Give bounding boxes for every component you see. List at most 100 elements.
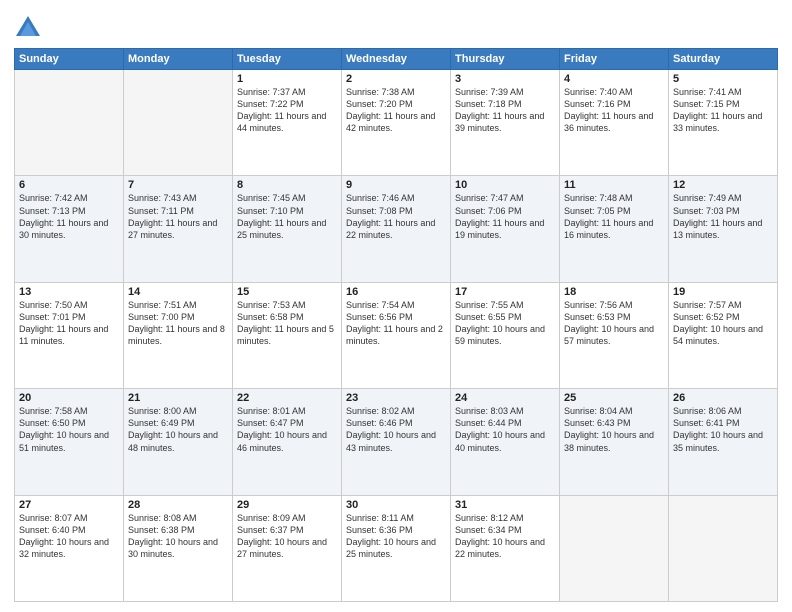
day-number: 20: [19, 392, 119, 404]
day-info: Sunrise: 8:00 AMSunset: 6:49 PMDaylight:…: [128, 405, 228, 454]
day-info: Sunrise: 7:50 AMSunset: 7:01 PMDaylight:…: [19, 299, 119, 348]
day-info: Sunrise: 7:57 AMSunset: 6:52 PMDaylight:…: [673, 299, 773, 348]
calendar-header-thursday: Thursday: [451, 49, 560, 70]
day-number: 12: [673, 179, 773, 191]
day-number: 14: [128, 286, 228, 298]
day-number: 27: [19, 499, 119, 511]
calendar-week-1: 1Sunrise: 7:37 AMSunset: 7:22 PMDaylight…: [15, 70, 778, 176]
calendar-header-row: SundayMondayTuesdayWednesdayThursdayFrid…: [15, 49, 778, 70]
day-number: 28: [128, 499, 228, 511]
calendar-cell: 13Sunrise: 7:50 AMSunset: 7:01 PMDayligh…: [15, 282, 124, 388]
calendar-table: SundayMondayTuesdayWednesdayThursdayFrid…: [14, 48, 778, 602]
day-number: 7: [128, 179, 228, 191]
day-number: 3: [455, 73, 555, 85]
day-number: 26: [673, 392, 773, 404]
day-number: 18: [564, 286, 664, 298]
day-number: 19: [673, 286, 773, 298]
day-info: Sunrise: 8:08 AMSunset: 6:38 PMDaylight:…: [128, 512, 228, 561]
calendar-cell: 6Sunrise: 7:42 AMSunset: 7:13 PMDaylight…: [15, 176, 124, 282]
calendar-cell: 3Sunrise: 7:39 AMSunset: 7:18 PMDaylight…: [451, 70, 560, 176]
calendar-cell: 28Sunrise: 8:08 AMSunset: 6:38 PMDayligh…: [124, 495, 233, 601]
day-info: Sunrise: 7:47 AMSunset: 7:06 PMDaylight:…: [455, 192, 555, 241]
calendar-cell: 1Sunrise: 7:37 AMSunset: 7:22 PMDaylight…: [233, 70, 342, 176]
day-number: 29: [237, 499, 337, 511]
logo-icon: [14, 14, 42, 42]
day-number: 11: [564, 179, 664, 191]
calendar-cell: 31Sunrise: 8:12 AMSunset: 6:34 PMDayligh…: [451, 495, 560, 601]
day-info: Sunrise: 8:01 AMSunset: 6:47 PMDaylight:…: [237, 405, 337, 454]
day-number: 31: [455, 499, 555, 511]
calendar-cell: 25Sunrise: 8:04 AMSunset: 6:43 PMDayligh…: [560, 389, 669, 495]
day-info: Sunrise: 8:11 AMSunset: 6:36 PMDaylight:…: [346, 512, 446, 561]
day-number: 16: [346, 286, 446, 298]
calendar-header-sunday: Sunday: [15, 49, 124, 70]
calendar-cell: 4Sunrise: 7:40 AMSunset: 7:16 PMDaylight…: [560, 70, 669, 176]
calendar-cell: 21Sunrise: 8:00 AMSunset: 6:49 PMDayligh…: [124, 389, 233, 495]
calendar-cell: 10Sunrise: 7:47 AMSunset: 7:06 PMDayligh…: [451, 176, 560, 282]
day-info: Sunrise: 8:07 AMSunset: 6:40 PMDaylight:…: [19, 512, 119, 561]
day-info: Sunrise: 7:54 AMSunset: 6:56 PMDaylight:…: [346, 299, 446, 348]
day-info: Sunrise: 7:37 AMSunset: 7:22 PMDaylight:…: [237, 86, 337, 135]
calendar-week-5: 27Sunrise: 8:07 AMSunset: 6:40 PMDayligh…: [15, 495, 778, 601]
day-number: 13: [19, 286, 119, 298]
calendar-cell: 15Sunrise: 7:53 AMSunset: 6:58 PMDayligh…: [233, 282, 342, 388]
day-info: Sunrise: 8:03 AMSunset: 6:44 PMDaylight:…: [455, 405, 555, 454]
calendar-week-2: 6Sunrise: 7:42 AMSunset: 7:13 PMDaylight…: [15, 176, 778, 282]
calendar-header-saturday: Saturday: [669, 49, 778, 70]
calendar-header-tuesday: Tuesday: [233, 49, 342, 70]
calendar-cell: [124, 70, 233, 176]
day-info: Sunrise: 7:58 AMSunset: 6:50 PMDaylight:…: [19, 405, 119, 454]
day-number: 17: [455, 286, 555, 298]
logo: [14, 14, 46, 42]
calendar-cell: 11Sunrise: 7:48 AMSunset: 7:05 PMDayligh…: [560, 176, 669, 282]
calendar-cell: 5Sunrise: 7:41 AMSunset: 7:15 PMDaylight…: [669, 70, 778, 176]
day-number: 2: [346, 73, 446, 85]
day-info: Sunrise: 8:06 AMSunset: 6:41 PMDaylight:…: [673, 405, 773, 454]
calendar-header-friday: Friday: [560, 49, 669, 70]
calendar-cell: [15, 70, 124, 176]
calendar-cell: 9Sunrise: 7:46 AMSunset: 7:08 PMDaylight…: [342, 176, 451, 282]
calendar-cell: 27Sunrise: 8:07 AMSunset: 6:40 PMDayligh…: [15, 495, 124, 601]
day-info: Sunrise: 7:39 AMSunset: 7:18 PMDaylight:…: [455, 86, 555, 135]
day-info: Sunrise: 8:09 AMSunset: 6:37 PMDaylight:…: [237, 512, 337, 561]
day-info: Sunrise: 7:53 AMSunset: 6:58 PMDaylight:…: [237, 299, 337, 348]
day-info: Sunrise: 8:02 AMSunset: 6:46 PMDaylight:…: [346, 405, 446, 454]
calendar-cell: [669, 495, 778, 601]
calendar-cell: 8Sunrise: 7:45 AMSunset: 7:10 PMDaylight…: [233, 176, 342, 282]
calendar-header-wednesday: Wednesday: [342, 49, 451, 70]
day-number: 21: [128, 392, 228, 404]
day-info: Sunrise: 7:46 AMSunset: 7:08 PMDaylight:…: [346, 192, 446, 241]
day-number: 9: [346, 179, 446, 191]
day-number: 6: [19, 179, 119, 191]
day-info: Sunrise: 7:51 AMSunset: 7:00 PMDaylight:…: [128, 299, 228, 348]
calendar-cell: 19Sunrise: 7:57 AMSunset: 6:52 PMDayligh…: [669, 282, 778, 388]
day-info: Sunrise: 7:48 AMSunset: 7:05 PMDaylight:…: [564, 192, 664, 241]
calendar-cell: 22Sunrise: 8:01 AMSunset: 6:47 PMDayligh…: [233, 389, 342, 495]
calendar-cell: 30Sunrise: 8:11 AMSunset: 6:36 PMDayligh…: [342, 495, 451, 601]
day-info: Sunrise: 7:43 AMSunset: 7:11 PMDaylight:…: [128, 192, 228, 241]
calendar-cell: 29Sunrise: 8:09 AMSunset: 6:37 PMDayligh…: [233, 495, 342, 601]
calendar-cell: 26Sunrise: 8:06 AMSunset: 6:41 PMDayligh…: [669, 389, 778, 495]
day-number: 24: [455, 392, 555, 404]
day-info: Sunrise: 7:40 AMSunset: 7:16 PMDaylight:…: [564, 86, 664, 135]
calendar-cell: 18Sunrise: 7:56 AMSunset: 6:53 PMDayligh…: [560, 282, 669, 388]
calendar-cell: 2Sunrise: 7:38 AMSunset: 7:20 PMDaylight…: [342, 70, 451, 176]
day-number: 10: [455, 179, 555, 191]
calendar-cell: 14Sunrise: 7:51 AMSunset: 7:00 PMDayligh…: [124, 282, 233, 388]
day-info: Sunrise: 8:12 AMSunset: 6:34 PMDaylight:…: [455, 512, 555, 561]
day-number: 5: [673, 73, 773, 85]
day-number: 1: [237, 73, 337, 85]
calendar-week-4: 20Sunrise: 7:58 AMSunset: 6:50 PMDayligh…: [15, 389, 778, 495]
day-number: 30: [346, 499, 446, 511]
calendar-cell: [560, 495, 669, 601]
day-info: Sunrise: 7:45 AMSunset: 7:10 PMDaylight:…: [237, 192, 337, 241]
calendar-cell: 24Sunrise: 8:03 AMSunset: 6:44 PMDayligh…: [451, 389, 560, 495]
calendar-cell: 17Sunrise: 7:55 AMSunset: 6:55 PMDayligh…: [451, 282, 560, 388]
day-info: Sunrise: 7:41 AMSunset: 7:15 PMDaylight:…: [673, 86, 773, 135]
calendar-week-3: 13Sunrise: 7:50 AMSunset: 7:01 PMDayligh…: [15, 282, 778, 388]
header: [14, 10, 778, 42]
calendar-cell: 23Sunrise: 8:02 AMSunset: 6:46 PMDayligh…: [342, 389, 451, 495]
calendar-cell: 7Sunrise: 7:43 AMSunset: 7:11 PMDaylight…: [124, 176, 233, 282]
calendar-cell: 16Sunrise: 7:54 AMSunset: 6:56 PMDayligh…: [342, 282, 451, 388]
day-info: Sunrise: 7:49 AMSunset: 7:03 PMDaylight:…: [673, 192, 773, 241]
